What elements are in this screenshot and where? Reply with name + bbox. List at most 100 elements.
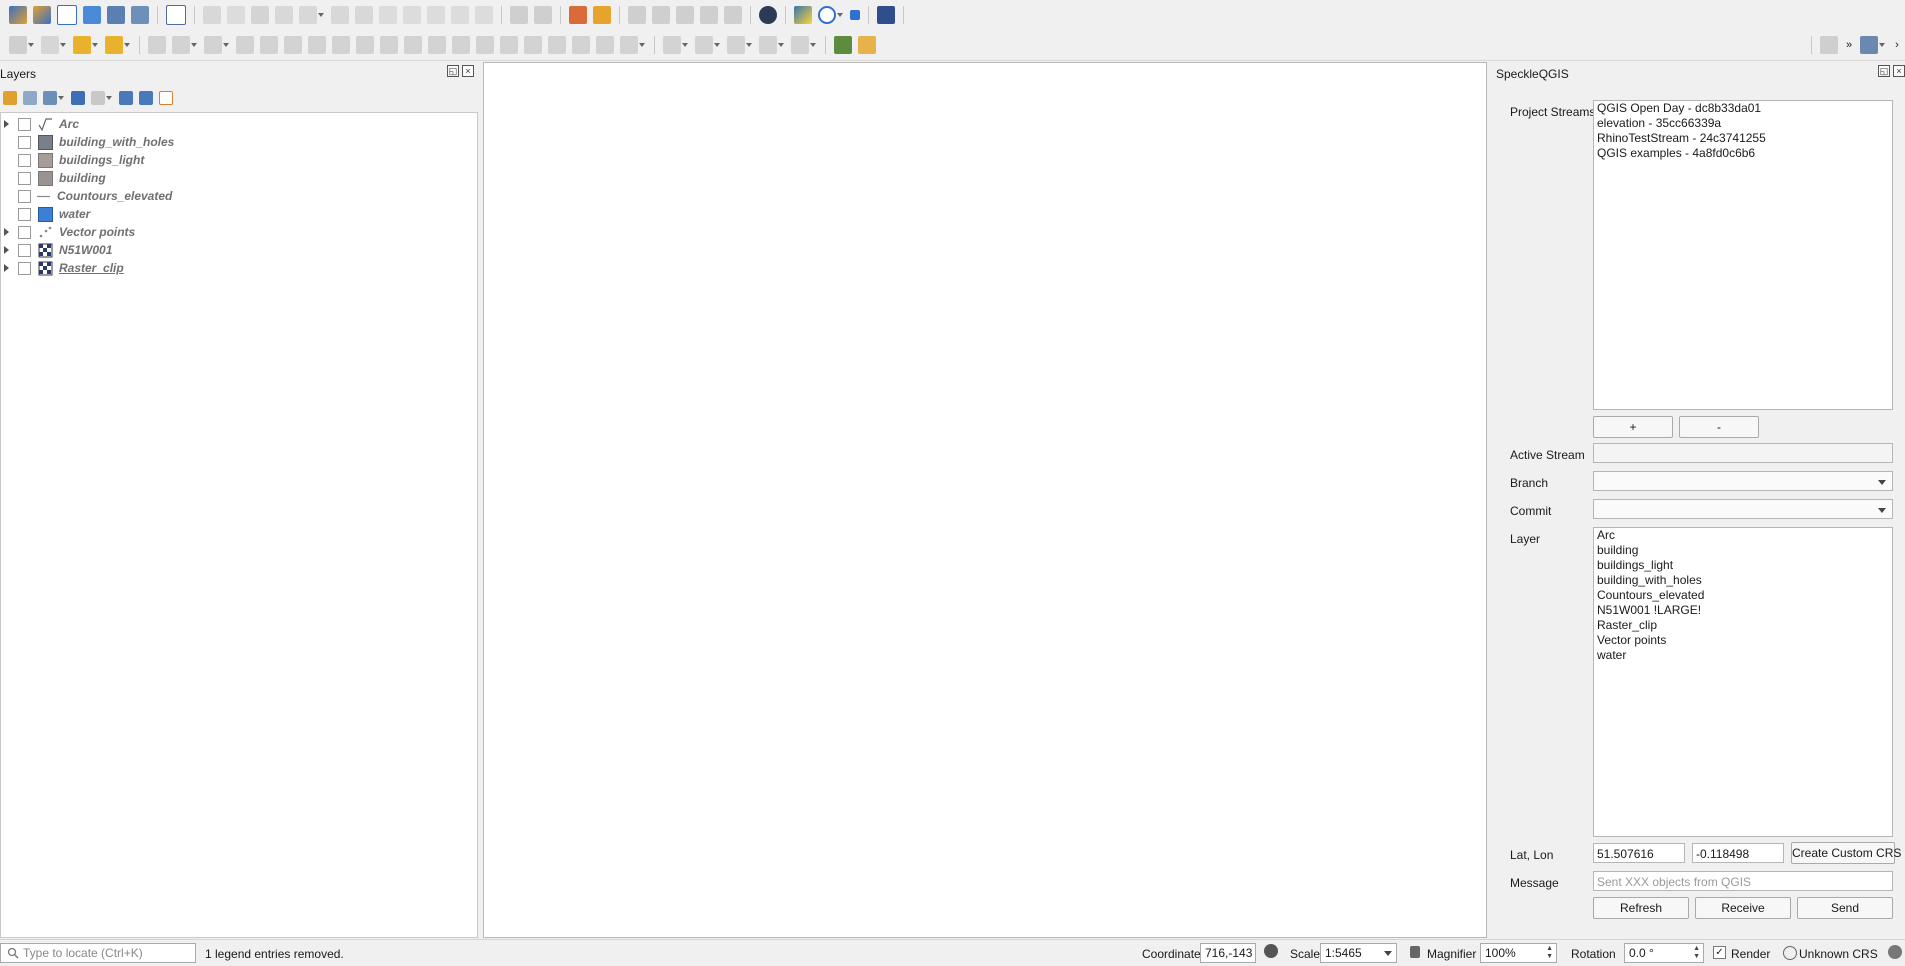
crs-status[interactable]: Unknown CRS bbox=[1799, 947, 1878, 961]
refresh-button[interactable]: Refresh bbox=[1593, 897, 1689, 919]
render-checkbox[interactable]: ✓ bbox=[1713, 946, 1726, 959]
label-rotate-icon[interactable] bbox=[652, 6, 670, 24]
branch-select[interactable] bbox=[1593, 471, 1893, 491]
add-ring-icon[interactable] bbox=[308, 36, 326, 54]
reshape-icon[interactable] bbox=[428, 36, 446, 54]
split-parts-icon[interactable] bbox=[500, 36, 518, 54]
save-edits-icon[interactable] bbox=[251, 6, 269, 24]
label-style-icon[interactable] bbox=[593, 6, 611, 24]
label-highlight-icon[interactable] bbox=[569, 6, 587, 24]
rectangle-tool-icon[interactable] bbox=[172, 36, 190, 54]
scale-select[interactable]: 1:5465 bbox=[1320, 943, 1397, 963]
lat-input[interactable]: 51.507616 bbox=[1593, 843, 1685, 863]
refresh-plugin-icon[interactable] bbox=[818, 6, 836, 24]
lock-icon[interactable] bbox=[1410, 946, 1420, 958]
split-features-icon[interactable] bbox=[476, 36, 494, 54]
new-vector-layer-icon[interactable] bbox=[57, 5, 77, 25]
rotation-spinbox[interactable]: 0.0 ° ▲ ▼ bbox=[1624, 943, 1704, 963]
messages-icon[interactable] bbox=[1888, 945, 1902, 959]
merge-attributes-icon[interactable] bbox=[548, 36, 566, 54]
virtual-layer-icon[interactable] bbox=[166, 5, 186, 25]
layer-list[interactable]: Arc building buildings_light building_wi… bbox=[1593, 527, 1893, 837]
merge-features-icon[interactable] bbox=[524, 36, 542, 54]
toolbar-overflow-icon[interactable]: » bbox=[1844, 36, 1854, 54]
lon-input[interactable]: -0.118498 bbox=[1692, 843, 1784, 863]
layer-visibility-checkbox[interactable] bbox=[18, 243, 31, 257]
layer-list-item[interactable]: buildings_light bbox=[1594, 558, 1892, 573]
add-stream-button[interactable]: + bbox=[1593, 416, 1673, 438]
stream-item[interactable]: RhinoTestStream - 24c3741255 bbox=[1594, 131, 1892, 146]
offset-curve-icon[interactable] bbox=[452, 36, 470, 54]
speckle-plugin-icon[interactable] bbox=[759, 6, 777, 24]
database-icon[interactable] bbox=[107, 6, 125, 24]
polygon-tool-icon[interactable] bbox=[204, 36, 222, 54]
redo-icon[interactable] bbox=[475, 6, 493, 24]
coordinate-field[interactable]: 716,-143 bbox=[1200, 943, 1256, 963]
receive-button[interactable]: Receive bbox=[1695, 897, 1791, 919]
rotate-symbols-icon[interactable] bbox=[572, 36, 590, 54]
add-feature-icon[interactable] bbox=[275, 6, 293, 24]
spin-arrows-icon[interactable]: ▲ ▼ bbox=[1693, 945, 1700, 961]
label-icon[interactable] bbox=[510, 6, 528, 24]
layer-list-item[interactable]: Countours_elevated bbox=[1594, 588, 1892, 603]
spatial-bookmark-icon[interactable] bbox=[759, 36, 777, 54]
identify-icon[interactable] bbox=[727, 36, 745, 54]
remove-stream-button[interactable]: - bbox=[1679, 416, 1759, 438]
label-pin-all-icon[interactable] bbox=[724, 6, 742, 24]
map-canvas[interactable] bbox=[483, 62, 1487, 938]
delete-ring-icon[interactable] bbox=[380, 36, 398, 54]
locator-input[interactable]: Type to locate (Ctrl+K) bbox=[0, 943, 196, 963]
layer-visibility-checkbox[interactable] bbox=[18, 261, 31, 275]
expand-arrow-icon[interactable] bbox=[4, 228, 9, 236]
toolbar-overflow-right-icon[interactable]: › bbox=[1892, 36, 1902, 54]
save-layer-icon[interactable] bbox=[131, 6, 149, 24]
advanced-digitize-icon[interactable] bbox=[148, 36, 166, 54]
measure-icon[interactable] bbox=[695, 36, 713, 54]
layer-list-item[interactable]: Raster_clip bbox=[1594, 618, 1892, 633]
expand-arrow-icon[interactable] bbox=[4, 246, 9, 254]
layer-list-item[interactable]: water bbox=[1594, 648, 1892, 663]
filter-expression-icon[interactable] bbox=[91, 91, 105, 105]
create-custom-crs-button[interactable]: Create Custom CRS bbox=[1791, 842, 1901, 864]
close-panel-icon[interactable]: × bbox=[462, 65, 474, 77]
layer-list-item[interactable]: building_with_holes bbox=[1594, 573, 1892, 588]
label-change-icon[interactable] bbox=[676, 6, 694, 24]
copy-icon[interactable] bbox=[403, 6, 421, 24]
python-console-icon[interactable] bbox=[794, 6, 812, 24]
globe-icon[interactable] bbox=[1783, 946, 1797, 960]
select-features-icon[interactable] bbox=[73, 36, 91, 54]
toggle-extents-icon[interactable] bbox=[1264, 944, 1278, 958]
layer-visibility-checkbox[interactable] bbox=[18, 189, 31, 203]
label-move-icon[interactable] bbox=[628, 6, 646, 24]
layer-visibility-checkbox[interactable] bbox=[18, 207, 31, 221]
visibility-icon[interactable] bbox=[43, 91, 57, 105]
move-feature-icon[interactable] bbox=[236, 36, 254, 54]
fill-ring-icon[interactable] bbox=[356, 36, 374, 54]
spin-arrows-icon[interactable]: ▲ ▼ bbox=[1546, 945, 1553, 961]
send-button[interactable]: Send bbox=[1797, 897, 1893, 919]
filter-legend-icon[interactable] bbox=[71, 91, 85, 105]
layer-list-item[interactable]: Vector points bbox=[1594, 633, 1892, 648]
layer-list-item[interactable]: building bbox=[1594, 543, 1892, 558]
float-panel-icon[interactable]: ◱ bbox=[447, 65, 459, 77]
zoom-layer-icon[interactable] bbox=[834, 36, 852, 54]
toggle-edit-icon[interactable] bbox=[227, 6, 245, 24]
layer-visibility-checkbox[interactable] bbox=[18, 225, 31, 239]
new-project-icon[interactable] bbox=[33, 6, 51, 24]
layer-list-item[interactable]: N51W001 !LARGE! bbox=[1594, 603, 1892, 618]
delete-selected-icon[interactable] bbox=[355, 6, 373, 24]
delete-part-icon[interactable] bbox=[404, 36, 422, 54]
add-part-icon[interactable] bbox=[332, 36, 350, 54]
commit-select[interactable] bbox=[1593, 499, 1893, 519]
modify-attributes-icon[interactable] bbox=[331, 6, 349, 24]
magnifier-spinbox[interactable]: 100% ▲ ▼ bbox=[1480, 943, 1557, 963]
text-style-icon[interactable] bbox=[1860, 36, 1878, 54]
paste-icon[interactable] bbox=[427, 6, 445, 24]
collapse-all-icon[interactable] bbox=[139, 91, 153, 105]
layer-style-icon[interactable] bbox=[9, 36, 27, 54]
simplify-icon[interactable] bbox=[284, 36, 302, 54]
expand-arrow-icon[interactable] bbox=[4, 120, 9, 128]
stream-item[interactable]: QGIS examples - 4a8fd0c6b6 bbox=[1594, 146, 1892, 161]
expand-all-icon[interactable] bbox=[119, 91, 133, 105]
map-tips-icon[interactable] bbox=[791, 36, 809, 54]
